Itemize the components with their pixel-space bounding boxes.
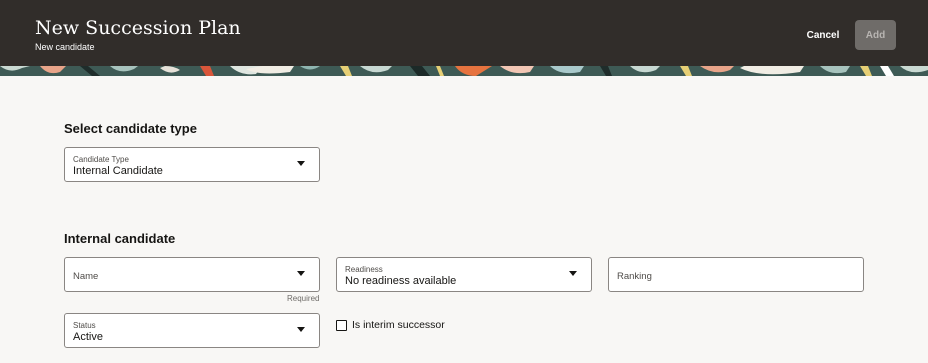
name-placeholder: Name (73, 271, 99, 282)
ranking-placeholder: Ranking (617, 271, 652, 282)
chevron-down-icon[interactable] (297, 161, 305, 166)
candidate-type-label: Candidate Type (73, 155, 129, 164)
readiness-select[interactable]: Readiness No readiness available (336, 257, 592, 292)
chevron-down-icon[interactable] (297, 271, 305, 276)
candidate-type-section-title: Select candidate type (64, 121, 197, 136)
interim-successor-label: Is interim successor (352, 319, 445, 331)
status-label: Status (73, 321, 96, 330)
cancel-button[interactable]: Cancel (800, 23, 846, 47)
candidate-type-select[interactable]: Candidate Type Internal Candidate (64, 147, 320, 182)
readiness-label: Readiness (345, 265, 383, 274)
page-title: New Succession Plan (35, 17, 241, 39)
name-required-hint: Required (287, 294, 320, 303)
status-value: Active (73, 331, 103, 343)
internal-candidate-section-title: Internal candidate (64, 231, 176, 246)
page-header: New Succession Plan New candidate Cancel… (0, 0, 928, 66)
readiness-value: No readiness available (345, 275, 457, 287)
add-button[interactable]: Add (855, 20, 896, 50)
ranking-field[interactable]: Ranking (608, 257, 864, 292)
chevron-down-icon[interactable] (569, 271, 577, 276)
page-subtitle: New candidate (35, 42, 95, 52)
status-select[interactable]: Status Active (64, 313, 320, 348)
banner-pattern (0, 66, 928, 76)
candidate-type-value: Internal Candidate (73, 165, 163, 177)
interim-successor-checkbox[interactable] (336, 320, 347, 331)
decorative-banner (0, 66, 928, 76)
chevron-down-icon[interactable] (297, 327, 305, 332)
name-select[interactable]: Name (64, 257, 320, 292)
